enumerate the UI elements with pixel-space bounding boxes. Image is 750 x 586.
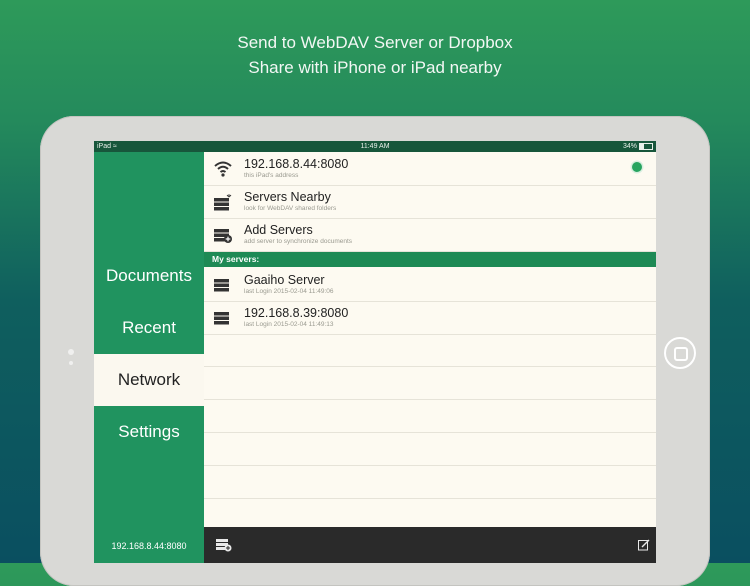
bottom-toolbar	[204, 527, 656, 563]
server-last-login: last Login 2015-02-04 11:49:13	[244, 321, 334, 328]
server-icon	[214, 279, 229, 292]
my-servers-header: My servers:	[204, 252, 656, 267]
wifi-icon	[214, 161, 232, 177]
server-add-icon	[214, 229, 232, 243]
home-button[interactable]	[664, 337, 696, 369]
servers-nearby-title: Servers Nearby	[244, 190, 331, 204]
status-time: 11:49 AM	[360, 143, 390, 150]
address-row[interactable]: 192.168.8.44:8080 this iPad's address	[204, 152, 656, 186]
sidebar-item-recent[interactable]: Recent	[94, 302, 204, 354]
empty-row	[204, 334, 656, 367]
promo-line-1: Send to WebDAV Server or Dropbox	[237, 33, 513, 52]
server-icon	[214, 312, 229, 325]
server-last-login: last Login 2015-02-04 11:49:06	[244, 288, 334, 295]
add-servers-title: Add Servers	[244, 223, 313, 237]
empty-row	[204, 400, 656, 433]
status-battery: 34%	[623, 141, 653, 152]
server-wifi-icon	[214, 194, 232, 211]
server-row-192-168-8-39[interactable]: 192.168.8.39:8080 last Login 2015-02-04 …	[204, 301, 656, 335]
address-title: 192.168.8.44:8080	[244, 157, 349, 171]
servers-nearby-subtitle: look for WebDAV shared folders	[244, 205, 337, 212]
promo-text: Send to WebDAV Server or Dropbox Share w…	[0, 30, 750, 80]
sidebar: Documents Recent Network Settings 192.16…	[94, 152, 204, 563]
empty-row	[204, 433, 656, 466]
server-title: 192.168.8.39:8080	[244, 306, 349, 320]
address-subtitle: this iPad's address	[244, 172, 299, 179]
empty-row	[204, 367, 656, 400]
edit-icon[interactable]	[638, 539, 650, 551]
sidebar-item-documents[interactable]: Documents	[94, 250, 204, 302]
online-status-dot	[632, 162, 642, 172]
app-screen: iPad ≈ 11:49 AM 34% Documents Recent Net…	[94, 141, 656, 563]
status-bar: iPad ≈ 11:49 AM 34%	[94, 141, 656, 152]
sidebar-ip-address: 192.168.8.44:8080	[111, 541, 187, 551]
server-row-gaaiho[interactable]: Gaaiho Server last Login 2015-02-04 11:4…	[204, 268, 656, 302]
server-add-icon[interactable]	[216, 538, 232, 552]
add-servers-row[interactable]: Add Servers add server to synchronize do…	[204, 218, 656, 252]
servers-nearby-row[interactable]: Servers Nearby look for WebDAV shared fo…	[204, 185, 656, 219]
sidebar-item-network[interactable]: Network	[94, 354, 204, 406]
add-servers-subtitle: add server to synchronize documents	[244, 238, 353, 245]
sidebar-item-settings[interactable]: Settings	[94, 406, 204, 458]
server-title: Gaaiho Server	[244, 273, 325, 287]
camera-dots	[68, 349, 74, 365]
promo-line-2: Share with iPhone or iPad nearby	[248, 58, 502, 77]
battery-icon	[639, 143, 653, 150]
network-list: 192.168.8.44:8080 this iPad's address Se…	[204, 152, 656, 527]
empty-row	[204, 466, 656, 499]
